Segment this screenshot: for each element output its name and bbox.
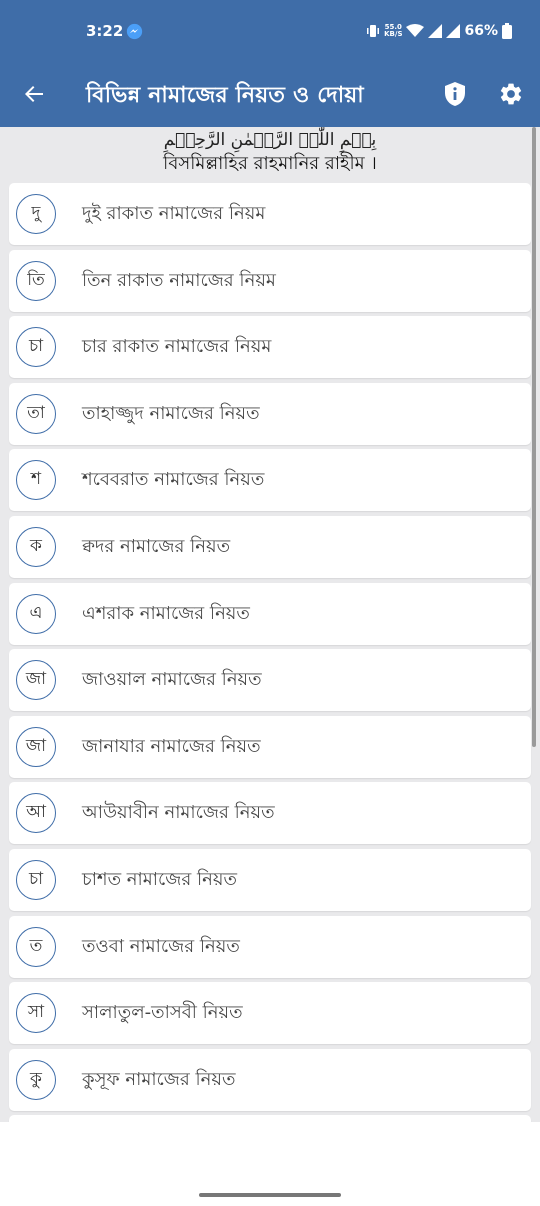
- bismillah-bangla: বিসমিল্লাহির রাহমানির রাহীম ।: [163, 153, 377, 174]
- list-item[interactable]: আ আউয়াবীন নামাজের নিয়ত: [9, 782, 531, 845]
- letter-badge: সা: [16, 993, 56, 1034]
- prayer-list: দু দুই রাকাত নামাজের নিয়ম তি তিন রাকাত …: [9, 183, 531, 1122]
- list-item[interactable]: ক ক্বদর নামাজের নিয়ত: [9, 515, 531, 578]
- list-item-label: শবেবরাত নামাজের নিয়ত: [82, 469, 265, 491]
- signal-icon-2: [446, 24, 461, 38]
- back-button[interactable]: [18, 78, 50, 110]
- scrollbar[interactable]: [532, 127, 536, 747]
- list-item-partial[interactable]: [9, 1115, 531, 1122]
- battery-percent: 66%: [464, 23, 498, 39]
- wifi-icon: [406, 24, 425, 37]
- page-title: বিভিন্ন নামাজের নিয়ত ও দোয়া: [86, 83, 364, 108]
- content-area[interactable]: بِسۡمِ اللّٰہِ الرَّحۡمٰنِ الرَّحِیۡمِ ব…: [0, 127, 540, 1122]
- list-item-label: তিন রাকাত নামাজের নিয়ম: [82, 269, 276, 291]
- letter-badge: চা: [16, 859, 56, 900]
- list-item[interactable]: চা চার রাকাত নামাজের নিয়ম: [9, 316, 531, 379]
- letter-badge: তা: [16, 393, 56, 434]
- letter-badge: ত: [16, 926, 56, 967]
- list-item-label: জাওয়াল নামাজের নিয়ত: [82, 669, 262, 691]
- shield-info-icon: [445, 82, 465, 106]
- status-icons: 55.0 KB/S 66%: [366, 20, 512, 42]
- list-item-label: ক্বদর নামাজের নিয়ত: [82, 535, 231, 557]
- list-item-label: চার রাকাত নামাজের নিয়ম: [82, 336, 272, 358]
- app-bar: 3:22 55.0 KB/S 66% বিভিন্ন নামাজের নিয়ত…: [0, 0, 540, 127]
- network-speed: 55.0 KB/S: [384, 23, 403, 38]
- status-bar: 3:22 55.0 KB/S 66%: [0, 0, 540, 62]
- list-item[interactable]: কু কুসূফ নামাজের নিয়ত: [9, 1048, 531, 1111]
- letter-badge: চা: [16, 327, 56, 368]
- gear-icon: [500, 83, 522, 105]
- list-item[interactable]: জা জানাযার নামাজের নিয়ত: [9, 715, 531, 778]
- list-item[interactable]: জা জাওয়াল নামাজের নিয়ত: [9, 649, 531, 712]
- list-item-label: তাহাজ্জুদ নামাজের নিয়ত: [82, 402, 260, 424]
- letter-badge: তি: [16, 260, 56, 301]
- list-item[interactable]: তি তিন রাকাত নামাজের নিয়ম: [9, 249, 531, 312]
- list-item[interactable]: ত তওবা নামাজের নিয়ত: [9, 915, 531, 978]
- letter-badge: ক: [16, 526, 56, 567]
- list-item-label: কুসূফ নামাজের নিয়ত: [82, 1068, 236, 1090]
- signal-icon: [428, 24, 443, 38]
- letter-badge: জা: [16, 660, 56, 701]
- list-item[interactable]: চা চাশত নামাজের নিয়ত: [9, 848, 531, 911]
- messenger-icon: [126, 23, 143, 40]
- list-item[interactable]: দু দুই রাকাত নামাজের নিয়ম: [9, 183, 531, 245]
- home-indicator[interactable]: [199, 1193, 341, 1197]
- letter-badge: কু: [16, 1059, 56, 1100]
- list-item-label: দুই রাকাত নামাজের নিয়ম: [82, 203, 266, 224]
- list-item-label: আউয়াবীন নামাজের নিয়ত: [82, 802, 275, 824]
- list-item[interactable]: সা সালাতুল-তাসবী নিয়ত: [9, 982, 531, 1045]
- list-item[interactable]: শ শবেবরাত নামাজের নিয়ত: [9, 449, 531, 512]
- arrow-left-icon: [25, 86, 43, 102]
- letter-badge: দু: [16, 194, 56, 234]
- list-item-label: সালাতুল-তাসবী নিয়ত: [82, 1002, 243, 1024]
- letter-badge: শ: [16, 460, 56, 501]
- battery-icon: [502, 23, 512, 39]
- navigation-area: [0, 1122, 540, 1206]
- bismillah-header: بِسۡمِ اللّٰہِ الرَّحۡمٰنِ الرَّحِیۡمِ ব…: [0, 127, 540, 181]
- list-item[interactable]: এ এশরাক নামাজের নিয়ত: [9, 582, 531, 645]
- toolbar: বিভিন্ন নামাজের নিয়ত ও দোয়া: [0, 62, 540, 127]
- list-item-label: তওবা নামাজের নিয়ত: [82, 935, 240, 957]
- settings-button[interactable]: [496, 79, 526, 109]
- list-item-label: জানাযার নামাজের নিয়ত: [82, 735, 261, 757]
- vibrate-icon: [367, 25, 380, 37]
- letter-badge: আ: [16, 793, 56, 834]
- bismillah-arabic: بِسۡمِ اللّٰہِ الرَّحۡمٰنِ الرَّحِیۡمِ: [163, 130, 377, 150]
- list-item-label: চাশত নামাজের নিয়ত: [82, 868, 237, 890]
- letter-badge: জা: [16, 726, 56, 767]
- status-time: 3:22: [86, 22, 124, 40]
- privacy-button[interactable]: [440, 79, 470, 109]
- list-item[interactable]: তা তাহাজ্জুদ নামাজের নিয়ত: [9, 382, 531, 445]
- letter-badge: এ: [16, 593, 56, 634]
- list-item-label: এশরাক নামাজের নিয়ত: [82, 602, 250, 624]
